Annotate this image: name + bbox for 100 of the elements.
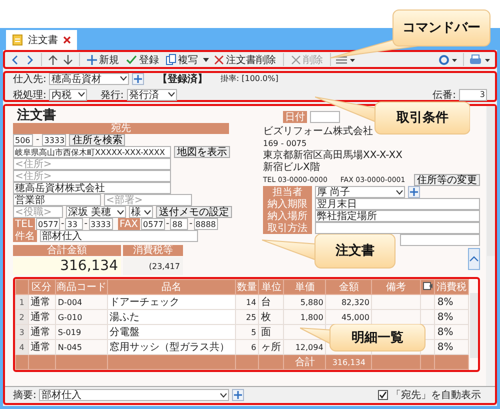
add-button[interactable] xyxy=(408,186,420,198)
fax-field[interactable]: 88 xyxy=(170,218,188,230)
chevron-up-icon xyxy=(469,256,479,262)
plus-icon xyxy=(410,188,418,196)
dropdown-caret-icon[interactable] xyxy=(203,58,209,62)
row-number: 2 xyxy=(16,310,28,324)
callout-label: 注文書 xyxy=(336,244,374,258)
table-cell: 1,800 xyxy=(300,312,324,322)
phone-field[interactable]: 0577 xyxy=(36,218,60,230)
table-cell: 分電盤 xyxy=(109,327,140,338)
document-title: 注文書 xyxy=(17,108,57,123)
address-search-button[interactable]: 住所を検索 xyxy=(69,134,126,146)
table-cell: N-045 xyxy=(58,342,82,352)
dropdown-caret-icon xyxy=(144,210,151,214)
table-cell: 通常 xyxy=(30,312,51,323)
field-label: 納入場所 xyxy=(263,210,312,222)
separator-text: - xyxy=(84,219,88,229)
summary-label: 摘要: xyxy=(13,388,36,402)
new-button[interactable]: 新規 xyxy=(85,52,121,66)
tax-select[interactable]: 内税 xyxy=(49,88,88,100)
fax-field[interactable]: 0577 xyxy=(141,218,166,230)
table-cell: D-004 xyxy=(58,298,82,306)
table-cell: 25 xyxy=(246,312,256,322)
note-icon[interactable] xyxy=(422,282,433,290)
total-label: 合計 xyxy=(284,354,326,370)
honorific-select[interactable]: 様 xyxy=(129,206,153,218)
table-cell: 5,880 xyxy=(300,298,324,306)
dropdown-caret-icon xyxy=(117,210,124,214)
scroll-up-button[interactable] xyxy=(468,248,480,270)
text-field[interactable]: 翌月末日 xyxy=(315,198,480,210)
checkbox-label: 「宛先」を自動表示 xyxy=(391,388,481,402)
table-cell: 枚 xyxy=(261,312,272,323)
address-field[interactable]: 岐阜県高山市西保木町XXXXX-XXX-XXXX xyxy=(13,146,171,158)
dropdown-caret-icon xyxy=(120,76,128,81)
postal-field[interactable]: 3333 xyxy=(42,134,66,146)
sender-building: 新宿ビルX階 xyxy=(263,162,321,174)
slip-field[interactable]: 3 xyxy=(459,88,487,100)
table-cell: 5 xyxy=(251,328,256,336)
recipient-header: 宛先 xyxy=(13,123,229,134)
text-field[interactable] xyxy=(315,222,480,234)
separator-text: - xyxy=(166,219,170,229)
checkbox[interactable] xyxy=(378,390,388,400)
save-button[interactable]: 登録 xyxy=(124,52,161,66)
callout-label: コマンドバー xyxy=(402,20,480,36)
subject-label: 件名 xyxy=(13,230,37,242)
memo-settings-button[interactable]: 送付メモの設定 xyxy=(156,206,232,218)
separator-text: - xyxy=(61,219,64,229)
plus-icon xyxy=(87,54,97,64)
table-cell: 45,000 xyxy=(341,312,370,322)
dropdown-caret-icon xyxy=(396,190,403,194)
menu-icon[interactable] xyxy=(336,54,356,64)
sender-postal: 169 - 0075 xyxy=(263,138,308,150)
document-tab[interactable]: 注文書 xyxy=(6,30,77,50)
table-cell: 6 xyxy=(251,342,256,352)
checkmark-icon xyxy=(126,54,137,64)
close-icon[interactable] xyxy=(63,36,71,44)
sender-company: ビズリフォーム株式会社 xyxy=(263,126,374,138)
separator-text: - xyxy=(36,135,40,145)
table-cell: 8% xyxy=(437,342,454,352)
callout-label: 明細一覧 xyxy=(352,330,404,345)
table-cell: 14 xyxy=(246,298,256,306)
total-header: 合計金額 xyxy=(13,245,121,256)
rate-text: 掛率: [100.0%] xyxy=(220,73,278,84)
table-cell: 12,094 xyxy=(295,342,324,352)
cross-icon xyxy=(214,54,224,64)
text-field[interactable] xyxy=(400,234,480,246)
change-address-button[interactable]: 住所等の変更 xyxy=(414,174,480,186)
scrollbar[interactable] xyxy=(470,293,478,358)
add-button[interactable] xyxy=(232,389,244,401)
total-amount: 316,134 xyxy=(326,354,372,370)
table-cell: S-019 xyxy=(58,328,82,336)
table-cell: 通常 xyxy=(30,327,51,338)
copy-icon xyxy=(166,54,176,65)
postal-field[interactable]: 506 xyxy=(13,134,33,146)
sender-address: 東京都新宿区高田馬場XX-X-XX xyxy=(263,150,404,162)
field-label: 取引方法 xyxy=(263,222,312,234)
dropdown-caret-icon xyxy=(78,92,86,97)
table-cell: ヶ所 xyxy=(261,342,282,353)
show-map-button[interactable]: 地図を表示 xyxy=(174,146,230,158)
down-arrow-icon[interactable] xyxy=(62,54,74,66)
copy-button[interactable]: 複写 xyxy=(164,52,200,66)
plus-icon xyxy=(134,74,142,82)
delete-order-button[interactable]: 注文書削除 xyxy=(212,52,278,66)
date-field[interactable] xyxy=(310,111,340,123)
printer-icon[interactable] xyxy=(469,54,491,66)
up-arrow-icon[interactable] xyxy=(47,54,59,66)
table-cell: 通常 xyxy=(30,342,51,353)
tax-header: 消費税等 xyxy=(123,245,183,256)
phone-field[interactable]: 3333 xyxy=(88,218,112,230)
document-icon xyxy=(12,34,23,46)
fax-field[interactable]: 8888 xyxy=(194,218,218,230)
phone-field[interactable]: 33 xyxy=(65,218,84,230)
table-cell: 台 xyxy=(261,297,272,308)
callout-label: 取引条件 xyxy=(396,110,448,126)
cross-icon xyxy=(291,54,301,64)
add-button[interactable] xyxy=(132,72,144,84)
staff-select[interactable]: 厚 尚子 xyxy=(315,186,405,198)
scrollbar[interactable] xyxy=(487,106,495,256)
settings-icon[interactable] xyxy=(438,54,458,66)
table-cell: 82,320 xyxy=(341,298,370,306)
